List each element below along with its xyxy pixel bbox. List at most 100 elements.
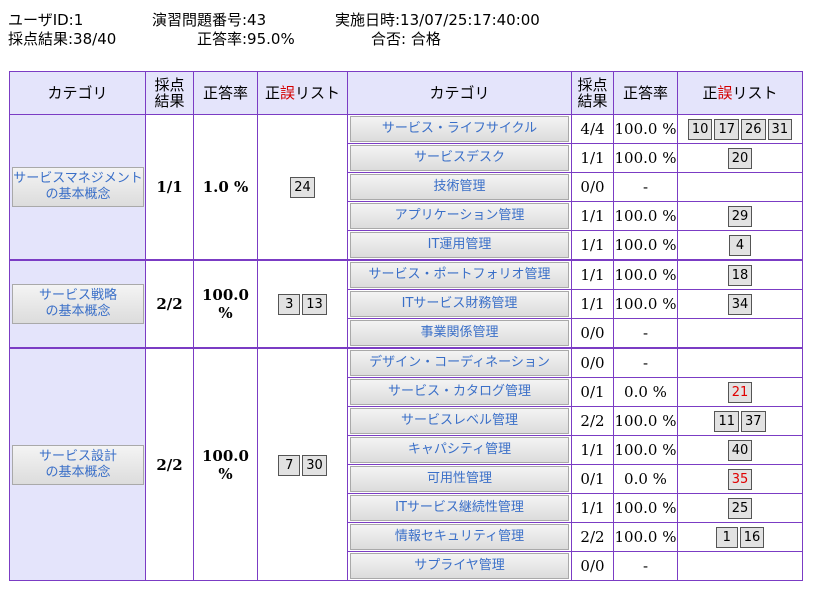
sub-rate: - (613, 172, 678, 202)
sub-rate: 100.0 % (613, 435, 678, 465)
sub-score: 1/1 (571, 201, 614, 231)
question-number-button[interactable]: 11 (714, 411, 739, 432)
sub-question-list: 21 (677, 377, 803, 407)
sub-category-cell: サービス・ポートフォリオ管理 (347, 259, 572, 290)
category-cell: サービス設計 の基本概念 (9, 347, 146, 581)
sub-rate: - (613, 318, 678, 349)
category-label-line2: の基本概念 (45, 304, 111, 319)
sub-category-cell: デザイン・コーディネーション (347, 347, 572, 378)
sub-category-button[interactable]: IT運用管理 (350, 232, 569, 258)
sub-score: 0/1 (571, 377, 614, 407)
sub-category-button[interactable]: 事業関係管理 (350, 320, 569, 346)
sub-score: 0/0 (571, 551, 614, 581)
question-number-button[interactable]: 31 (767, 119, 793, 140)
category-button[interactable]: サービスマネジメント の基本概念 (12, 167, 144, 207)
sub-rate: 0.0 % (613, 377, 678, 407)
category-question-list: 3 13 (257, 259, 348, 349)
sub-question-list: 1 16 (677, 522, 803, 552)
question-number-button[interactable]: 24 (290, 177, 315, 198)
header-list: 正誤リスト (257, 71, 348, 115)
question-number-button[interactable]: 37 (741, 411, 766, 432)
sub-question-list: 29 (677, 201, 803, 231)
category-label-line1: サービスマネジメント (13, 171, 143, 186)
sub-question-list: 25 (677, 493, 803, 523)
accuracy-label: 正答率:95.0% (197, 30, 295, 48)
header-sub-category: カテゴリ (347, 71, 572, 115)
sub-question-list (677, 347, 803, 378)
question-number-button[interactable]: 16 (739, 527, 765, 548)
question-number-button[interactable]: 20 (727, 148, 753, 169)
sub-score: 2/2 (571, 406, 614, 436)
category-question-list: 7 30 (257, 347, 348, 581)
category-button[interactable]: サービス戦略 の基本概念 (12, 284, 144, 324)
question-number-button[interactable]: 3 (278, 294, 301, 315)
sub-category-button[interactable]: 情報セキュリティ管理 (350, 524, 569, 550)
header-sub-list: 正誤リスト (677, 71, 803, 115)
sub-category-cell: 可用性管理 (347, 464, 572, 494)
date-label: 実施日時:13/07/25:17:40:00 (335, 11, 540, 29)
sub-score: 1/1 (571, 435, 614, 465)
sub-category-button[interactable]: サプライヤ管理 (350, 553, 569, 579)
question-number-button[interactable]: 21 (727, 382, 753, 403)
exercise-number-label: 演習問題番号:43 (152, 11, 267, 29)
question-number-button[interactable]: 40 (727, 440, 753, 461)
sub-category-cell: サービス・ライフサイクル (347, 114, 572, 144)
sub-category-cell: IT運用管理 (347, 230, 572, 261)
sub-rate: 100.0 % (613, 201, 678, 231)
question-number-button[interactable]: 4 (729, 235, 751, 256)
sub-category-cell: ITサービス財務管理 (347, 289, 572, 319)
question-number-button[interactable]: 17 (714, 119, 739, 140)
category-score: 2/2 (145, 259, 194, 349)
category-label-line1: サービス戦略 (38, 288, 117, 303)
sub-category-button[interactable]: ITサービス継続性管理 (350, 495, 569, 521)
category-rate: 100.0 % (193, 259, 258, 349)
sub-rate: 100.0 % (613, 259, 678, 290)
sub-category-button[interactable]: サービス・ポートフォリオ管理 (350, 262, 569, 288)
sub-category-button[interactable]: デザイン・コーディネーション (350, 350, 569, 376)
sub-rate: - (613, 551, 678, 581)
question-number-button[interactable]: 29 (727, 206, 753, 227)
sub-category-button[interactable]: サービスレベル管理 (350, 408, 569, 434)
question-number-button[interactable]: 30 (302, 454, 327, 476)
sub-question-list (677, 318, 803, 349)
question-number-button[interactable]: 25 (727, 498, 753, 519)
question-number-button[interactable]: 10 (687, 119, 713, 140)
sub-rate: 100.0 % (613, 406, 678, 436)
sub-category-button[interactable]: アプリケーション管理 (350, 203, 569, 229)
table-row: サービスマネジメント の基本概念 1/1 1.0 % 24 サービス・ライフサイクル 4/4… (9, 114, 803, 261)
results-table: カテゴリ 採点 結果 正答率 正誤リスト カテゴリ 採点 結果 正答率 正誤リスト … (9, 71, 803, 581)
question-number-button[interactable]: 35 (727, 469, 753, 490)
question-number-button[interactable]: 1 (715, 527, 738, 548)
sub-category-button[interactable]: ITサービス財務管理 (350, 291, 569, 317)
category-score: 2/2 (145, 347, 194, 581)
sub-rate: 100.0 % (613, 493, 678, 523)
sub-category-cell: サプライヤ管理 (347, 551, 572, 581)
category-question-list: 24 (257, 114, 348, 261)
sub-score: 0/0 (571, 318, 614, 349)
sub-rate: 100.0 % (613, 289, 678, 319)
sub-score: 1/1 (571, 259, 614, 290)
sub-question-list: 40 (677, 435, 803, 465)
header-score: 採点 結果 (145, 71, 194, 115)
sub-score: 1/1 (571, 289, 614, 319)
sub-score: 0/0 (571, 347, 614, 378)
sub-category-button[interactable]: サービスデスク (350, 145, 569, 171)
category-cell: サービス戦略 の基本概念 (9, 259, 146, 349)
sub-question-list (677, 551, 803, 581)
sub-category-button[interactable]: 可用性管理 (350, 466, 569, 492)
sub-category-button[interactable]: サービス・カタログ管理 (350, 379, 569, 405)
question-number-button[interactable]: 34 (727, 294, 753, 315)
sub-category-button[interactable]: サービス・ライフサイクル (350, 116, 569, 142)
question-number-button[interactable]: 13 (302, 294, 327, 315)
sub-question-list: 10 17 26 31 (677, 114, 803, 144)
question-number-button[interactable]: 18 (727, 265, 753, 286)
table-row: サービス設計 の基本概念 2/2 100.0 % 7 30 デザイン・コーディネーション 0/… (9, 347, 803, 581)
question-number-button[interactable]: 7 (278, 454, 301, 476)
sub-category-button[interactable]: 技術管理 (350, 174, 569, 200)
question-number-button[interactable]: 26 (741, 119, 766, 140)
sub-score: 4/4 (571, 114, 614, 144)
sub-category-button[interactable]: キャパシティ管理 (350, 437, 569, 463)
category-button[interactable]: サービス設計 の基本概念 (12, 444, 144, 485)
category-label-line2: の基本概念 (45, 464, 111, 480)
category-rate: 100.0 % (193, 347, 258, 581)
